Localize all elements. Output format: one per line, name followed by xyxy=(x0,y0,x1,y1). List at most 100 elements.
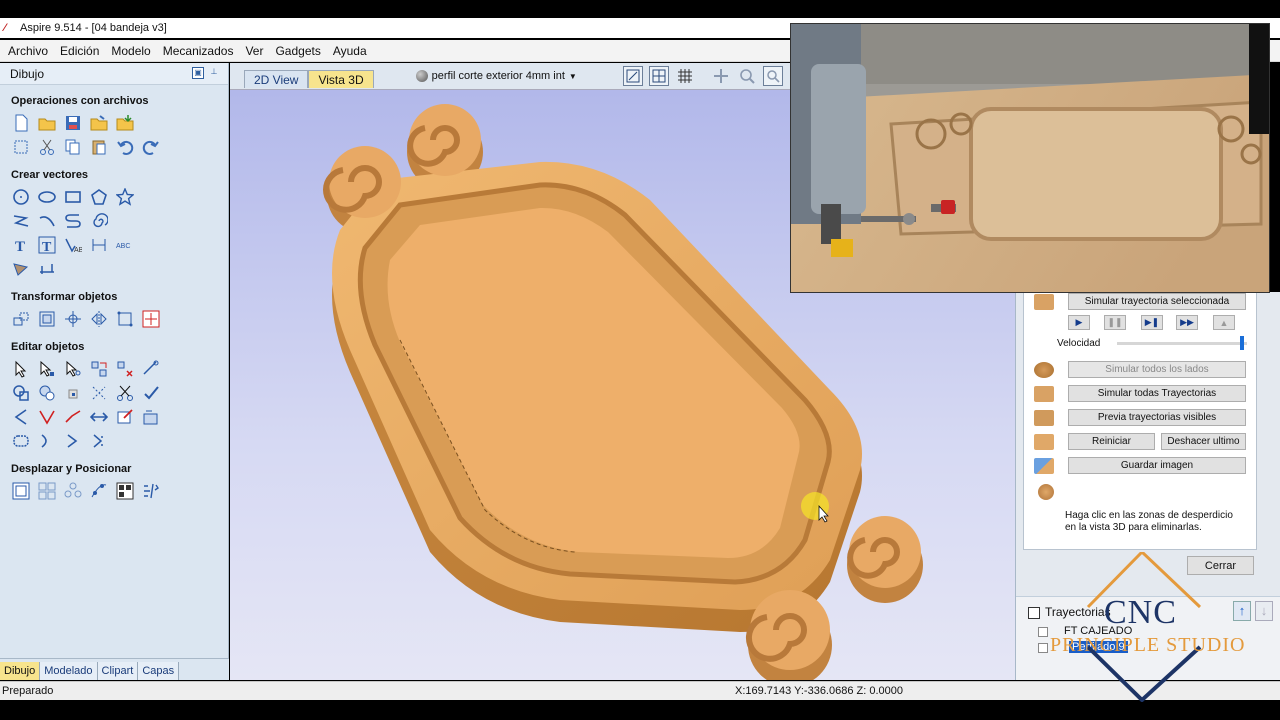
copy-icon[interactable] xyxy=(63,137,83,157)
dimension-icon[interactable] xyxy=(89,235,109,255)
node-select-icon[interactable] xyxy=(37,359,57,379)
simulate-selected-button[interactable]: Simular trayectoria seleccionada xyxy=(1068,293,1246,310)
curve-fit-icon[interactable] xyxy=(37,431,57,451)
selection-box-icon[interactable] xyxy=(11,481,31,501)
align-icon[interactable] xyxy=(37,309,57,329)
extend-icon[interactable] xyxy=(63,407,83,427)
speed-slider-thumb[interactable] xyxy=(1240,336,1244,350)
pan-icon[interactable] xyxy=(711,66,731,86)
text-on-curve-icon[interactable]: ABC xyxy=(63,235,83,255)
step-forward-icon[interactable]: ▶❚ xyxy=(1141,315,1163,330)
measure-icon[interactable] xyxy=(37,259,57,279)
zoom-icon[interactable] xyxy=(737,66,757,86)
check-fit-icon[interactable] xyxy=(141,383,161,403)
menu-ayuda[interactable]: Ayuda xyxy=(327,44,373,58)
undo-icon[interactable] xyxy=(115,137,135,157)
tab-capas[interactable]: Capas xyxy=(138,662,180,680)
circular-array-icon[interactable] xyxy=(63,481,83,501)
nesting-icon[interactable] xyxy=(115,481,135,501)
text-icon[interactable]: T xyxy=(11,235,31,255)
fast-forward-icon[interactable]: ▶▶ xyxy=(1176,315,1198,330)
simulate-all-button[interactable]: Simular todas Trayectorias xyxy=(1068,385,1246,402)
circle-icon[interactable] xyxy=(11,187,31,207)
offset-arrows-icon[interactable] xyxy=(89,407,109,427)
ellipse-icon[interactable] xyxy=(37,187,57,207)
spiral-icon[interactable] xyxy=(89,211,109,231)
trim-icon[interactable] xyxy=(89,383,109,403)
dock-icon[interactable]: ▣ xyxy=(192,67,204,79)
text-abc-icon[interactable]: ABC xyxy=(115,235,135,255)
toolpath-item-check-2[interactable] xyxy=(1038,643,1048,653)
tab-modelado[interactable]: Modelado xyxy=(40,662,98,680)
job-setup-icon[interactable] xyxy=(11,137,31,157)
subtract-icon[interactable] xyxy=(37,383,57,403)
intersect-icon[interactable] xyxy=(63,383,83,403)
menu-modelo[interactable]: Modelo xyxy=(105,44,156,58)
tab-dibujo[interactable]: Dibujo xyxy=(0,662,41,680)
zoom-fit-icon[interactable] xyxy=(762,66,783,86)
close-vector-icon[interactable] xyxy=(89,431,109,451)
grid-icon[interactable] xyxy=(675,66,695,86)
fillet-icon[interactable] xyxy=(11,407,31,427)
tab-2d-view[interactable]: 2D View xyxy=(244,70,309,88)
weld-icon[interactable] xyxy=(11,383,31,403)
array-copy-icon[interactable] xyxy=(37,481,57,501)
preview-visible-button[interactable]: Previa trayectorias visibles xyxy=(1068,409,1246,426)
group-icon[interactable] xyxy=(89,359,109,379)
ungroup-icon[interactable] xyxy=(115,359,135,379)
open-file-icon[interactable] xyxy=(37,113,57,133)
reset-button[interactable]: Reiniciar xyxy=(1068,433,1155,450)
tab-3d-view[interactable]: Vista 3D xyxy=(308,70,374,88)
select-icon[interactable] xyxy=(11,359,31,379)
interactive-select-icon[interactable] xyxy=(63,359,83,379)
view-iso-icon[interactable] xyxy=(622,66,643,86)
simulate-all-sides-button[interactable]: Simular todos los lados xyxy=(1068,361,1246,378)
star-icon[interactable] xyxy=(115,187,135,207)
open-folder-icon[interactable] xyxy=(89,113,109,133)
measure-tool-icon[interactable] xyxy=(141,359,161,379)
bitmap-trace-icon[interactable] xyxy=(11,259,31,279)
smooth-curve-icon[interactable] xyxy=(11,431,31,451)
node-edit-icon[interactable] xyxy=(141,309,161,329)
center-icon[interactable] xyxy=(63,309,83,329)
text-frame-icon[interactable]: T xyxy=(37,235,57,255)
import-icon[interactable] xyxy=(115,113,135,133)
mirror-icon[interactable] xyxy=(89,309,109,329)
menu-archivo[interactable]: Archivo xyxy=(2,44,54,58)
curve-icon[interactable] xyxy=(63,211,83,231)
cut-icon[interactable] xyxy=(37,137,57,157)
toolpaths-checkbox[interactable] xyxy=(1028,607,1040,619)
arc-icon[interactable] xyxy=(37,211,57,231)
paste-icon[interactable] xyxy=(89,137,109,157)
pin-icon[interactable]: ⊥ xyxy=(208,67,220,79)
polygon-icon[interactable] xyxy=(89,187,109,207)
scale-icon[interactable] xyxy=(115,309,135,329)
redo-icon[interactable] xyxy=(141,137,161,157)
menu-edicion[interactable]: Edición xyxy=(54,44,105,58)
view-top-icon[interactable] xyxy=(648,66,669,86)
rectangle-icon[interactable] xyxy=(63,187,83,207)
new-file-icon[interactable] xyxy=(11,113,31,133)
menu-ver[interactable]: Ver xyxy=(239,44,269,58)
go-to-top-icon[interactable]: ▲ xyxy=(1213,315,1235,330)
polyline-icon[interactable] xyxy=(11,211,31,231)
move-icon[interactable] xyxy=(11,309,31,329)
menu-gadgets[interactable]: Gadgets xyxy=(269,44,326,58)
toolpath-item-check-1[interactable] xyxy=(1038,627,1048,637)
pause-icon[interactable]: ❚❚ xyxy=(1104,315,1126,330)
join-icon[interactable] xyxy=(63,431,83,451)
save-icon[interactable] xyxy=(63,113,83,133)
play-icon[interactable]: ▶ xyxy=(1068,315,1090,330)
scissors-icon[interactable] xyxy=(115,383,135,403)
auto-layout-icon[interactable] xyxy=(141,481,161,501)
move-down-icon[interactable]: ↓ xyxy=(1255,601,1273,621)
toolpath-selector[interactable]: perfil corte exterior 4mm int ▼ xyxy=(415,70,577,82)
save-image-button[interactable]: Guardar imagen xyxy=(1068,457,1246,474)
tab-clipart[interactable]: Clipart xyxy=(97,662,139,680)
speed-slider[interactable] xyxy=(1117,342,1247,345)
chamfer-icon[interactable] xyxy=(37,407,57,427)
menu-mecanizados[interactable]: Mecanizados xyxy=(157,44,240,58)
copy-along-vector-icon[interactable] xyxy=(89,481,109,501)
image-vector-icon[interactable] xyxy=(141,407,161,427)
undo-last-button[interactable]: Deshacer ultimo xyxy=(1161,433,1246,450)
